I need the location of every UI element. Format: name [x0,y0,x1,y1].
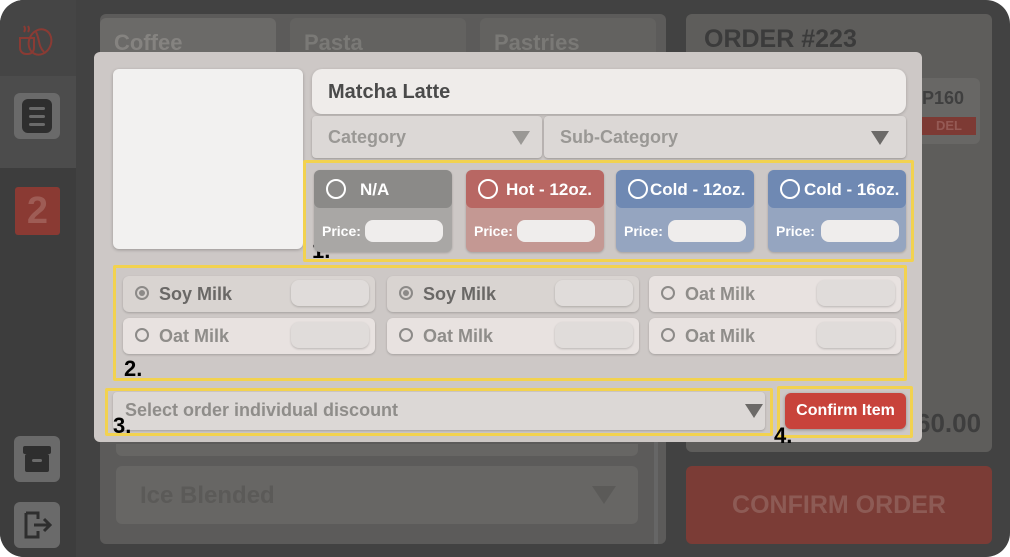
addon-price-input[interactable] [555,322,633,348]
coffee-logo-icon [19,25,53,56]
addon-option[interactable]: Soy Milk [123,276,375,312]
radio-button[interactable] [399,286,413,300]
radio-button[interactable] [661,328,675,342]
menu-list-icon [22,99,52,133]
radio-button[interactable] [399,328,413,342]
confirm-order-button[interactable]: CONFIRM ORDER [686,466,992,544]
size-label: Cold - 12oz. [650,180,746,199]
callout-4: 4. [774,423,793,448]
category-placeholder: Category [328,127,407,147]
size-option-na[interactable]: N/A Price: [314,170,452,252]
size-option-header[interactable]: Hot - 12oz. [466,170,604,208]
addon-option[interactable]: Oat Milk [649,276,901,312]
radio-button[interactable] [135,286,149,300]
price-input[interactable] [517,220,595,242]
price-label: Price: [624,223,663,239]
radio-button[interactable] [135,328,149,342]
archive-box-icon [23,446,51,472]
logout-icon [24,511,53,539]
size-label: Cold - 16oz. [804,180,900,199]
addon-label: Oat Milk [685,326,756,346]
order-count-badge[interactable]: 2 [15,187,60,235]
radio-button[interactable] [661,286,675,300]
callout-3: 3. [113,413,132,438]
addon-price-input[interactable] [291,322,369,348]
delete-item-button[interactable]: DEL [922,117,976,135]
category-row-edge [116,444,638,456]
size-option-cold-12oz[interactable]: Cold - 12oz. Price: [616,170,754,252]
order-item-price: P160 [922,88,965,108]
item-name-field[interactable]: Matcha Latte [312,69,906,114]
tab-pastries[interactable]: Pastries [480,18,656,55]
tab-pasta[interactable]: Pasta [290,18,466,55]
ice-blended-label: Ice Blended [140,482,275,509]
app-window: 2 Coffee Pasta Pastries Ice Blended ORDE… [0,0,1010,557]
item-name-value: Matcha Latte [328,81,451,103]
chevron-down-icon [871,131,889,145]
addon-price-input[interactable] [817,322,895,348]
logo-area [0,0,76,76]
scrollbar[interactable] [654,440,658,544]
addon-option[interactable]: Oat Milk [123,318,375,354]
ice-blended-category[interactable]: Ice Blended [116,466,638,524]
chevron-down-icon [512,131,530,145]
size-label: Hot - 12oz. [506,180,592,199]
price-label: Price: [776,223,815,239]
item-image-placeholder[interactable] [113,69,303,249]
size-option-hot-12oz[interactable]: Hot - 12oz. Price: [466,170,604,252]
addon-label: Soy Milk [423,284,497,304]
tab-coffee[interactable]: Coffee [100,18,276,55]
radio-button[interactable] [326,179,346,199]
addon-label: Oat Milk [159,326,230,346]
addon-label: Oat Milk [423,326,494,346]
addon-label: Oat Milk [685,284,756,304]
addon-price-input[interactable] [291,280,369,306]
confirm-item-highlight [777,386,913,438]
price-label: Price: [322,223,361,239]
callout-2: 2. [124,356,143,381]
size-option-cold-16oz[interactable]: Cold - 16oz. Price: [768,170,906,252]
size-option-header[interactable]: Cold - 16oz. [768,170,906,208]
subcategory-placeholder: Sub-Category [560,127,679,147]
order-title: ORDER #223 [704,25,857,53]
order-total: 60.00 [916,408,982,438]
category-select[interactable]: Category [312,116,542,158]
sidebar: 2 [0,0,76,557]
subcategory-select[interactable]: Sub-Category [544,116,906,158]
chevron-down-icon [592,486,616,504]
sidebar-menu-button[interactable] [14,93,60,139]
size-option-header[interactable]: Cold - 12oz. [616,170,754,208]
price-input[interactable] [821,220,899,242]
discount-highlight [105,388,773,436]
addon-option[interactable]: Oat Milk [387,318,639,354]
price-input[interactable] [365,220,443,242]
addon-label: Soy Milk [159,284,233,304]
size-label: N/A [360,180,390,199]
addon-option[interactable]: Oat Milk [649,318,901,354]
addon-option[interactable]: Soy Milk [387,276,639,312]
addon-price-input[interactable] [817,280,895,306]
price-label: Price: [474,223,513,239]
price-input[interactable] [668,220,746,242]
sidebar-logout-button[interactable] [14,502,60,548]
size-option-header[interactable]: N/A [314,170,452,208]
addon-price-input[interactable] [555,280,633,306]
radio-button[interactable] [628,179,648,199]
radio-button[interactable] [478,179,498,199]
sidebar-archive-button[interactable] [14,436,60,482]
radio-button[interactable] [780,179,800,199]
